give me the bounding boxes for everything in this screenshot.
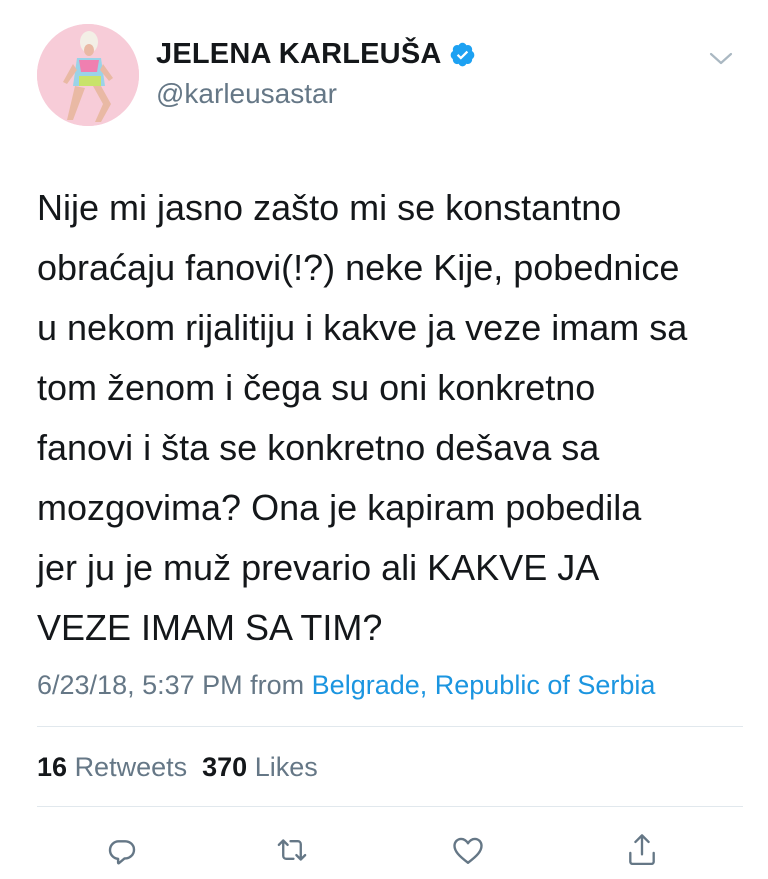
reply-icon <box>108 840 136 865</box>
likes-count: 370 <box>202 752 248 782</box>
retweets-stat[interactable]: 16 Retweets <box>37 752 187 782</box>
avatar[interactable] <box>37 24 139 126</box>
tweet-card: JELENA KARLEUŠA @karleusastar Nije mi ja… <box>0 0 768 879</box>
retweet-button[interactable] <box>272 830 312 870</box>
tweet-text-line: jer ju je muž prevario ali KAKVE JA <box>37 547 600 588</box>
share-button[interactable] <box>622 830 662 870</box>
tweet-text-line: fanovi i šta se konkretno dešava sa <box>37 427 600 468</box>
name-row: JELENA KARLEUŠA <box>156 38 476 71</box>
retweets-label: Retweets <box>74 752 188 782</box>
tweet-text-line: VEZE IMAM SA TIM? <box>37 607 383 648</box>
timestamp[interactable]: 6/23/18, 5:37 PM <box>37 670 243 700</box>
tweet-stats: 16 Retweets 370 Likes <box>37 752 318 783</box>
divider <box>37 726 743 727</box>
tweet-meta: 6/23/18, 5:37 PM from Belgrade, Republic… <box>37 670 655 701</box>
verified-badge-icon <box>449 41 476 68</box>
tweet-text-line: u nekom rijalitiju i kakve ja veze imam … <box>37 307 688 348</box>
share-icon <box>629 834 655 866</box>
action-bar <box>0 830 768 870</box>
tweet-text: Nije mi jasno zašto mi se konstantno obr… <box>37 178 737 658</box>
like-button[interactable] <box>448 830 488 870</box>
likes-label: Likes <box>254 752 318 782</box>
divider <box>37 806 743 807</box>
retweet-icon <box>277 839 307 861</box>
retweets-count: 16 <box>37 752 68 782</box>
like-icon <box>453 837 483 864</box>
tweet-text-line: tom ženom i čega su oni konkretno <box>37 367 596 408</box>
user-handle[interactable]: @karleusastar <box>156 78 337 110</box>
chevron-down-icon[interactable] <box>706 48 736 70</box>
tweet-text-line: obraćaju fanovi(!?) neke Kije, pobednice <box>37 247 680 288</box>
tweet-text-line: Nije mi jasno zašto mi se konstantno <box>37 187 622 228</box>
reply-button[interactable] <box>102 830 142 870</box>
likes-stat[interactable]: 370 Likes <box>202 752 318 782</box>
profile-photo <box>37 24 139 126</box>
display-name[interactable]: JELENA KARLEUŠA <box>156 38 442 71</box>
from-label: from <box>250 670 305 700</box>
location-link[interactable]: Belgrade, Republic of Serbia <box>312 670 656 700</box>
tweet-text-line: mozgovima? Ona je kapiram pobedila <box>37 487 642 528</box>
